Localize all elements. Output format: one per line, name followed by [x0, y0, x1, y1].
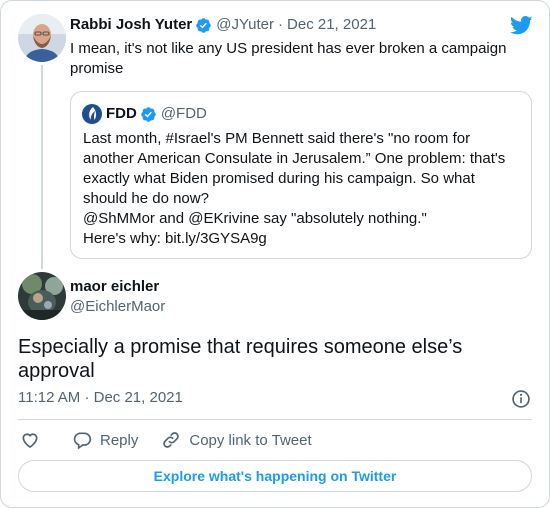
quoted-text-line: should he do now? [83, 190, 209, 207]
info-icon[interactable] [511, 389, 531, 409]
author-handle[interactable]: @JYuter [216, 15, 274, 35]
quoted-author-handle[interactable]: @FDD [161, 104, 207, 124]
quoted-tweet-text: Last month, #Israel's PM Bennett said th… [83, 129, 523, 249]
reply-tweet-text: I mean, it's not like any US president h… [70, 40, 507, 77]
quoted-text-line: another American Consulate in Jerusalem.… [83, 150, 506, 167]
separator-dot: · [278, 16, 284, 33]
reply-icon [73, 432, 92, 450]
reply-header: Rabbi Josh Yuter @JYuter · Dec 21, 2021 [70, 15, 376, 35]
verified-badge-icon [196, 17, 212, 33]
heart-icon [22, 433, 38, 449]
separator-dot: · [84, 389, 90, 406]
reply-label[interactable]: Reply [100, 432, 138, 449]
quoted-text-line: exactly what Biden promised during his c… [83, 170, 475, 187]
copy-link-label[interactable]: Copy link to Tweet [189, 432, 311, 449]
thread-line [41, 65, 43, 269]
avatar-maor-eichler[interactable] [18, 272, 66, 320]
quoted-tweet-header: FDD @FDD [82, 104, 207, 124]
reply-button[interactable]: Reply [72, 430, 138, 450]
tweet-embed-card: Rabbi Josh Yuter @JYuter · Dec 21, 2021 … [0, 0, 550, 508]
explore-twitter-button[interactable]: Explore what's happening on Twitter [18, 460, 532, 492]
author-name[interactable]: Rabbi Josh Yuter [70, 15, 192, 35]
avatar-rabbi-josh-yuter[interactable] [18, 14, 66, 62]
quoted-tweet[interactable]: FDD @FDD Last month, #Israel's PM Bennet… [70, 91, 532, 259]
tweet-date[interactable]: Dec 21, 2021 [94, 389, 183, 406]
quoted-text-line: Last month, #Israel's PM Bennett said th… [83, 130, 471, 147]
action-bar: Reply Copy link to Tweet [20, 429, 312, 451]
quoted-text-line: @ShMMor and @EKrivine say "absolutely no… [83, 210, 427, 227]
copy-link-button[interactable]: Copy link to Tweet [161, 430, 312, 450]
divider [18, 419, 532, 420]
tweet-time[interactable]: 11:12 AM [18, 389, 80, 406]
fdd-logo-icon [82, 104, 102, 124]
tweet-date[interactable]: Dec 21, 2021 [287, 15, 376, 35]
main-tweet-text: Especially a promise that requires someo… [18, 336, 463, 382]
link-icon [163, 432, 180, 448]
verified-badge-icon [141, 106, 156, 122]
quoted-text-line: Here's why: bit.ly/3GYSA9g [83, 230, 267, 247]
main-author-name[interactable]: maor eichler [70, 277, 159, 297]
twitter-bird-icon[interactable] [510, 16, 533, 35]
main-author-handle[interactable]: @EichlerMaor [70, 297, 165, 317]
tweet-timestamp[interactable]: 11:12 AM · Dec 21, 2021 [18, 388, 183, 408]
like-button[interactable] [20, 430, 40, 450]
quoted-author-name[interactable]: FDD [106, 104, 137, 124]
